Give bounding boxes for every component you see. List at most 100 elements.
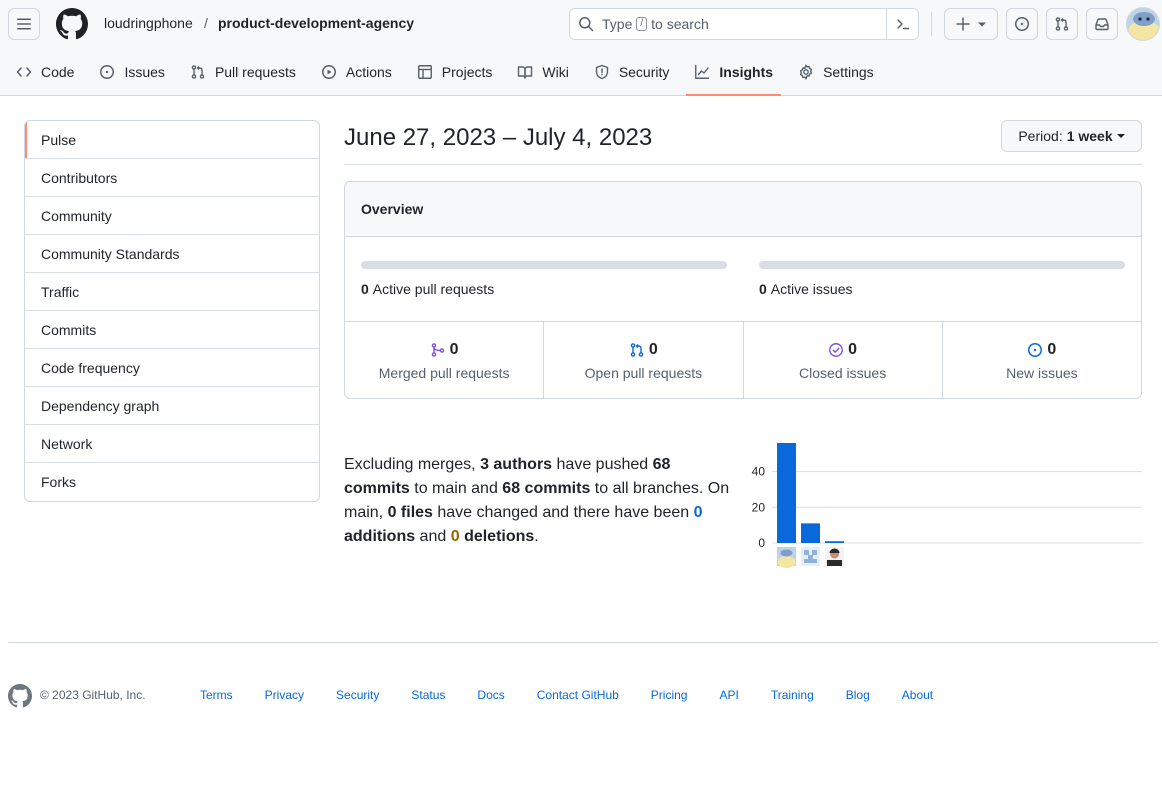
footer-link-contact[interactable]: Contact GitHub	[537, 688, 619, 702]
your-pull-requests-button[interactable]	[1046, 8, 1078, 40]
tab-projects[interactable]: Projects	[409, 56, 501, 88]
active-issues-label: Active issues	[770, 281, 853, 297]
sidebar-item-label: Community Standards	[41, 245, 180, 262]
overview-box: Overview 0 Active pull requests 0 Active i…	[344, 181, 1142, 399]
shield-icon	[595, 64, 609, 80]
footer-link-terms[interactable]: Terms	[200, 688, 233, 702]
tab-actions[interactable]: Actions	[313, 56, 400, 88]
tab-code[interactable]: Code	[8, 56, 82, 88]
closed-issues-count: 0	[848, 340, 858, 358]
repo-separator: /	[204, 15, 208, 31]
active-prs-label: Active pull requests	[372, 281, 495, 297]
your-issues-button[interactable]	[1006, 8, 1038, 40]
summary-authors: 3 authors	[480, 456, 553, 473]
graph-icon	[695, 64, 710, 79]
git-pull-request-icon	[630, 342, 644, 357]
sidebar-item-label: Contributors	[41, 169, 118, 186]
user-avatar[interactable]	[1126, 7, 1160, 41]
author-avatar-2[interactable]	[801, 547, 820, 566]
open-prs-stat[interactable]: 0 Open pull requests	[544, 322, 744, 398]
header-divider	[931, 12, 932, 36]
sidebar-item-community[interactable]: Community	[25, 197, 319, 235]
page-title: June 27, 2023 – July 4, 2023	[344, 124, 653, 151]
commits-by-author-chart: 40 20 0	[752, 443, 1142, 568]
author-avatar-3[interactable]	[825, 547, 844, 566]
open-prs-label: Open pull requests	[584, 364, 703, 381]
tab-pull-requests[interactable]: Pull requests	[182, 56, 304, 88]
tab-settings[interactable]: Settings	[790, 56, 882, 88]
tab-issues[interactable]: Issues	[91, 56, 172, 88]
overview-stats: 0 Merged pull requests 0 Open pull reque…	[345, 322, 1141, 398]
tab-projects-label: Projects	[441, 64, 493, 80]
play-icon	[321, 65, 336, 79]
search-shortcut-key: /	[636, 17, 648, 31]
merged-prs-stat[interactable]: 0 Merged pull requests	[345, 322, 545, 398]
active-prs-link[interactable]: 0 Active pull requests	[361, 281, 727, 297]
closed-issues-stat[interactable]: 0 Closed issues	[744, 322, 943, 398]
repo-name-link[interactable]: product-development-agency	[218, 15, 414, 31]
gear-icon	[799, 64, 813, 80]
footer-link-docs[interactable]: Docs	[477, 688, 504, 702]
merged-prs-label: Merged pull requests	[378, 364, 510, 381]
period-label: Period:	[1018, 128, 1063, 144]
sidebar-item-label: Commits	[41, 321, 97, 338]
active-issues-link[interactable]: 0 Active issues	[759, 281, 1125, 297]
sidebar-item-code-frequency[interactable]: Code frequency	[25, 349, 319, 387]
insights-sidebar: Pulse Contributors Community Community S…	[24, 120, 320, 502]
footer-copyright: © 2023 GitHub, Inc.	[40, 688, 146, 702]
y-tick-label: 20	[752, 500, 766, 514]
footer-link-api[interactable]: API	[719, 688, 738, 702]
sidebar-item-community-standards[interactable]: Community Standards	[25, 235, 319, 273]
sidebar-item-forks[interactable]: Forks	[25, 463, 319, 501]
plus-icon	[956, 17, 970, 31]
active-prs-count: 0	[361, 281, 369, 297]
sidebar-item-dependency-graph[interactable]: Dependency graph	[25, 387, 319, 425]
tab-wiki-label: Wiki	[542, 64, 569, 80]
period-select-button[interactable]: Period: 1 week	[1001, 120, 1142, 152]
avatar-shape	[777, 556, 796, 568]
summary-deletions-count: 0	[450, 528, 460, 545]
sidebar-item-network[interactable]: Network	[25, 425, 319, 463]
sidebar-item-contributors[interactable]: Contributors	[25, 159, 319, 197]
search-input[interactable]: Type / to search	[569, 8, 919, 40]
bar-author-3[interactable]	[825, 541, 844, 543]
footer-link-status[interactable]: Status	[411, 688, 445, 702]
sidebar-item-commits[interactable]: Commits	[25, 311, 319, 349]
tab-security[interactable]: Security	[586, 56, 678, 88]
footer-link-security[interactable]: Security	[336, 688, 379, 702]
table-icon	[417, 65, 432, 79]
search-placeholder: Type / to search	[602, 16, 709, 32]
y-tick-label: 0	[758, 536, 765, 550]
title-divider	[344, 164, 1142, 165]
tab-wiki[interactable]: Wiki	[509, 56, 576, 88]
summary-text: to main and	[409, 480, 503, 497]
repo-owner-link[interactable]: loudringphone	[104, 15, 193, 31]
bar-author-1[interactable]	[777, 443, 796, 543]
sidebar-item-traffic[interactable]: Traffic	[25, 273, 319, 311]
author-avatar-1[interactable]	[777, 547, 796, 568]
footer-link-training[interactable]: Training	[771, 688, 814, 702]
create-new-button[interactable]	[944, 8, 998, 40]
sidebar-item-label: Code frequency	[41, 359, 140, 376]
inbox-button[interactable]	[1086, 8, 1118, 40]
bar-author-2[interactable]	[801, 523, 820, 543]
overview-title: Overview	[361, 201, 424, 217]
hamburger-icon	[17, 18, 31, 30]
tab-insights[interactable]: Insights	[686, 56, 781, 96]
github-logo-icon[interactable]	[56, 8, 88, 40]
sidebar-item-pulse[interactable]: Pulse	[25, 121, 319, 159]
command-palette-button[interactable]	[886, 9, 918, 39]
check-circle-icon	[829, 342, 844, 357]
new-issues-stat[interactable]: 0 New issues	[943, 322, 1141, 398]
tab-pull-requests-label: Pull requests	[214, 64, 296, 80]
footer-link-about[interactable]: About	[902, 688, 933, 702]
footer-link-privacy[interactable]: Privacy	[265, 688, 304, 702]
summary-commits-main-word: commits	[344, 480, 410, 497]
avatar-shape	[827, 560, 842, 566]
tab-issues-label: Issues	[124, 64, 165, 80]
footer-link-blog[interactable]: Blog	[846, 688, 870, 702]
github-mark-icon[interactable]	[8, 684, 32, 708]
footer-link-pricing[interactable]: Pricing	[651, 688, 688, 702]
avatar-shape	[780, 549, 793, 557]
menu-button[interactable]	[8, 8, 40, 40]
